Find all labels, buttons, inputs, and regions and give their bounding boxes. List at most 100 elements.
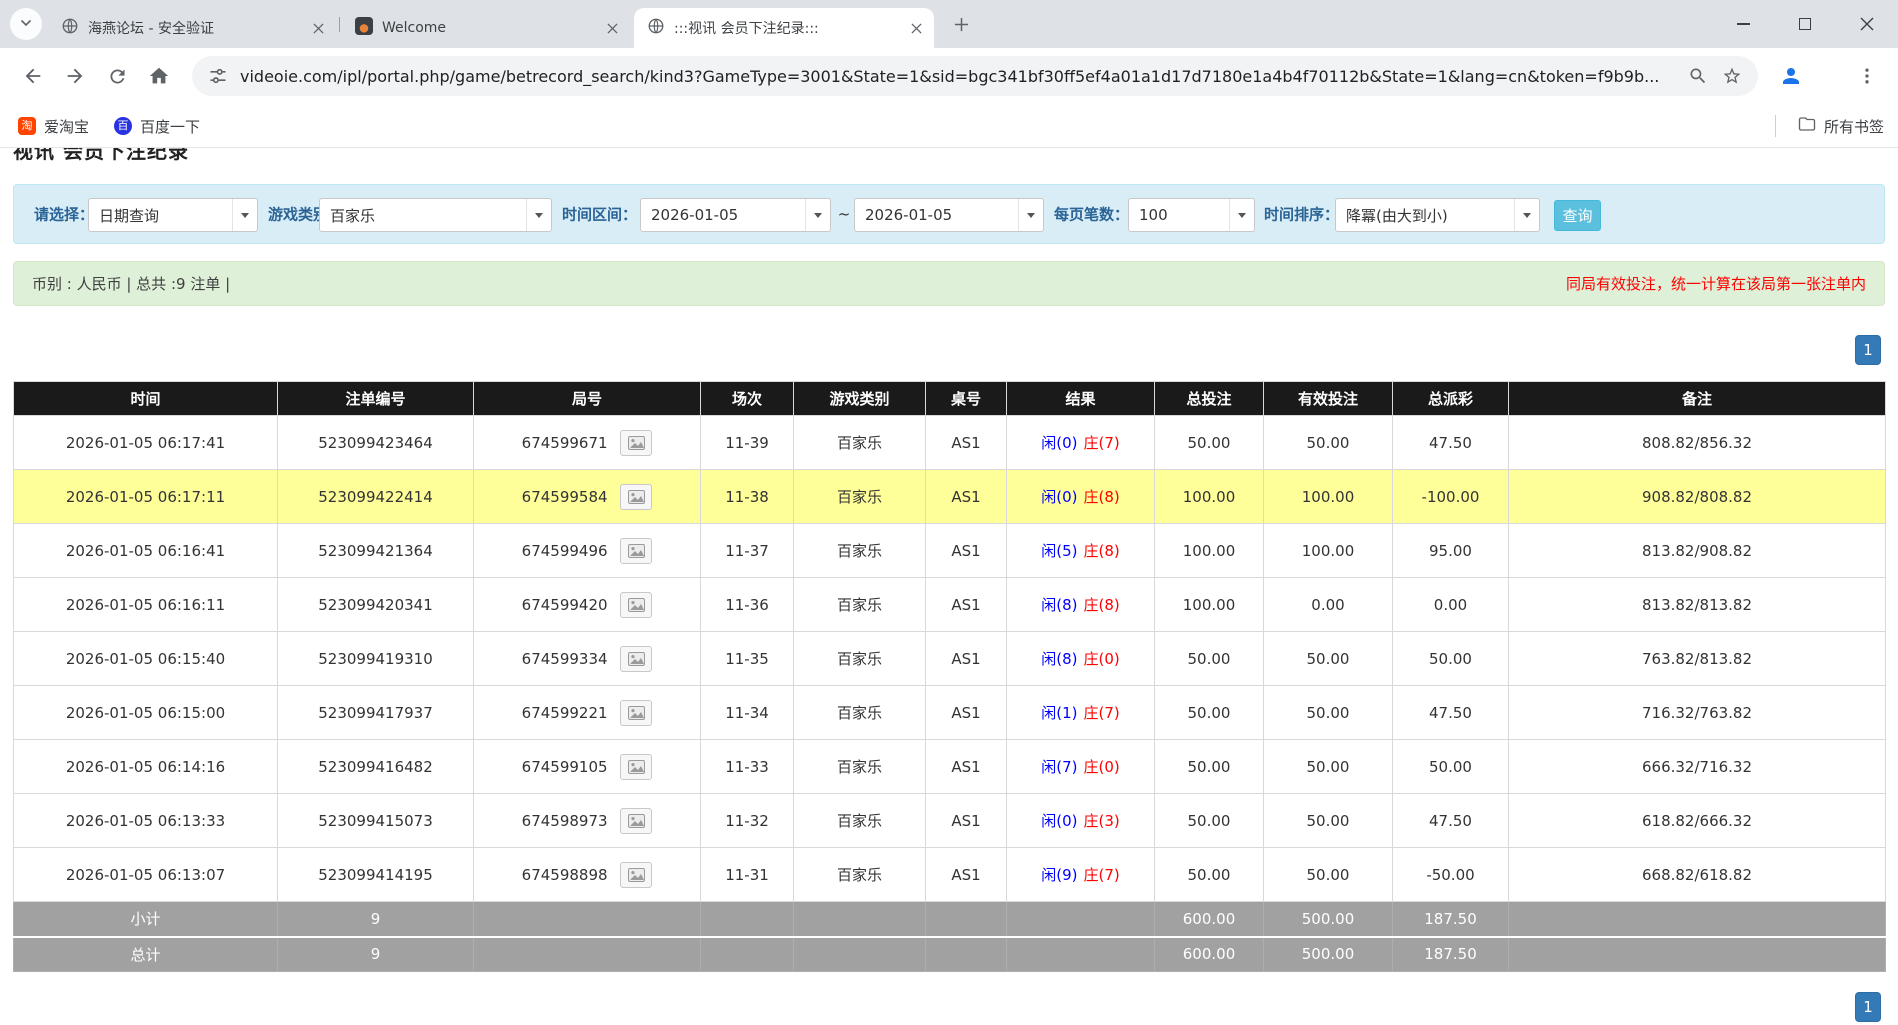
table-no-cell: AS1	[926, 794, 1007, 848]
round-id: 674598898	[522, 866, 608, 884]
url-bar[interactable]	[192, 56, 1758, 96]
remark-cell: 908.82/808.82	[1509, 470, 1886, 524]
site-info-icon[interactable]	[208, 66, 228, 86]
table-no-cell: AS1	[926, 578, 1007, 632]
round-id: 674599496	[522, 542, 608, 560]
round-cell: 674599221	[474, 686, 701, 740]
new-tab-button[interactable]	[948, 11, 975, 38]
total-bet-cell[interactable]: 100.00	[1155, 578, 1264, 632]
record-preview-button[interactable]	[620, 700, 652, 726]
time-cell: 2026-01-05 06:13:07	[14, 848, 278, 902]
home-button[interactable]	[140, 57, 178, 95]
bookmark-star-icon[interactable]	[1722, 66, 1742, 86]
search-button[interactable]: 查询	[1554, 200, 1601, 231]
caret-down-icon	[1514, 199, 1539, 231]
record-preview-button[interactable]	[620, 592, 652, 618]
col-remark: 备注	[1509, 382, 1886, 416]
record-preview-button[interactable]	[620, 754, 652, 780]
record-preview-button[interactable]	[620, 430, 652, 456]
session-cell: 11-35	[701, 632, 794, 686]
tab-close-icon[interactable]	[308, 18, 328, 38]
back-button[interactable]	[14, 57, 52, 95]
banker-result: 庄(8)	[1084, 488, 1120, 506]
tab-search-button[interactable]	[10, 8, 42, 40]
record-preview-button[interactable]	[620, 538, 652, 564]
site-favicon	[355, 17, 373, 39]
result-cell: 闲(8)庄(0)	[1007, 632, 1155, 686]
result-cell: 闲(8)庄(8)	[1007, 578, 1155, 632]
remark-cell: 618.82/666.32	[1509, 794, 1886, 848]
profile-icon[interactable]	[1772, 57, 1810, 95]
browser-tab-active[interactable]: :::视讯 会员下注纪录:::	[634, 8, 934, 48]
bet-id-cell: 523099416482	[278, 740, 474, 794]
col-game-type: 游戏类别	[794, 382, 926, 416]
round-id: 674599671	[522, 434, 608, 452]
game-type-cell: 百家乐	[794, 524, 926, 578]
record-preview-button[interactable]	[620, 862, 652, 888]
caret-down-icon	[1018, 199, 1043, 231]
date-from-select[interactable]: 2026-01-05	[640, 198, 831, 232]
table-row: 2026-01-05 06:13:33 523099415073 6745989…	[14, 794, 1886, 848]
browser-tab-1[interactable]: 海燕论坛 - 安全验证	[48, 8, 336, 48]
menu-icon[interactable]	[1848, 57, 1886, 95]
table-row: 2026-01-05 06:13:07 523099414195 6745988…	[14, 848, 1886, 902]
total-bet-cell[interactable]: 50.00	[1155, 632, 1264, 686]
bookmark-item-baidu[interactable]: 百 百度一下	[106, 111, 208, 141]
total-bet-cell[interactable]: 50.00	[1155, 686, 1264, 740]
record-preview-button[interactable]	[620, 484, 652, 510]
folder-icon	[1798, 115, 1816, 137]
forward-button[interactable]	[56, 57, 94, 95]
total-bet-cell[interactable]: 50.00	[1155, 848, 1264, 902]
total-bet-cell[interactable]: 50.00	[1155, 740, 1264, 794]
tab-close-icon[interactable]	[906, 18, 926, 38]
result-cell: 闲(7)庄(0)	[1007, 740, 1155, 794]
page-size-select[interactable]: 100	[1128, 198, 1255, 232]
empty-cell	[794, 937, 926, 972]
table-no-cell: AS1	[926, 632, 1007, 686]
round-id: 674599221	[522, 704, 608, 722]
bet-table-body: 2026-01-05 06:17:41 523099423464 6745996…	[14, 416, 1886, 902]
sort-order-select[interactable]: 降冪(由大到小)	[1335, 198, 1540, 232]
page-button-1[interactable]: 1	[1855, 335, 1881, 365]
time-cell: 2026-01-05 06:13:33	[14, 794, 278, 848]
page-title-clipped: 视讯 会员下注纪录	[13, 148, 1885, 162]
bookmarks-divider	[1775, 115, 1776, 137]
session-cell: 11-31	[701, 848, 794, 902]
game-type-select[interactable]: 百家乐	[319, 198, 552, 232]
table-no-cell: AS1	[926, 470, 1007, 524]
page-button-1[interactable]: 1	[1855, 992, 1881, 1022]
page-title: 视讯 会员下注纪录	[13, 148, 1885, 162]
total-bet-cell[interactable]: 100.00	[1155, 470, 1264, 524]
query-type-select[interactable]: 日期查询	[88, 198, 258, 232]
url-input[interactable]	[240, 67, 1676, 86]
maximize-button[interactable]	[1774, 0, 1836, 48]
minimize-button[interactable]	[1712, 0, 1774, 48]
col-valid-bet: 有效投注	[1264, 382, 1393, 416]
close-window-button[interactable]	[1836, 0, 1898, 48]
bookmark-item-taobao[interactable]: 淘 爱淘宝	[10, 111, 97, 141]
zoom-icon[interactable]	[1688, 66, 1708, 86]
record-preview-button[interactable]	[620, 808, 652, 834]
bet-id-cell: 523099421364	[278, 524, 474, 578]
all-bookmarks-button[interactable]: 所有书签	[1798, 111, 1884, 141]
total-bet-cell[interactable]: 50.00	[1155, 794, 1264, 848]
total-bet-cell[interactable]: 100.00	[1155, 524, 1264, 578]
banker-result: 庄(7)	[1084, 704, 1120, 722]
table-row: 2026-01-05 06:15:00 523099417937 6745992…	[14, 686, 1886, 740]
refresh-button[interactable]	[98, 57, 136, 95]
tab-close-icon[interactable]	[602, 18, 622, 38]
photo-icon	[628, 652, 645, 666]
time-cell: 2026-01-05 06:17:41	[14, 416, 278, 470]
record-preview-button[interactable]	[620, 646, 652, 672]
payout-cell: 50.00	[1393, 632, 1509, 686]
result-cell: 闲(0)庄(3)	[1007, 794, 1155, 848]
date-to-select[interactable]: 2026-01-05	[854, 198, 1044, 232]
total-bet-cell[interactable]: 50.00	[1155, 416, 1264, 470]
table-no-cell: AS1	[926, 740, 1007, 794]
browser-tab-2[interactable]: Welcome	[342, 8, 630, 48]
player-result: 闲(5)	[1041, 542, 1077, 560]
valid-bet-cell: 50.00	[1264, 740, 1393, 794]
game-type-cell: 百家乐	[794, 416, 926, 470]
window-controls	[1712, 0, 1898, 48]
caret-down-icon	[232, 199, 257, 231]
